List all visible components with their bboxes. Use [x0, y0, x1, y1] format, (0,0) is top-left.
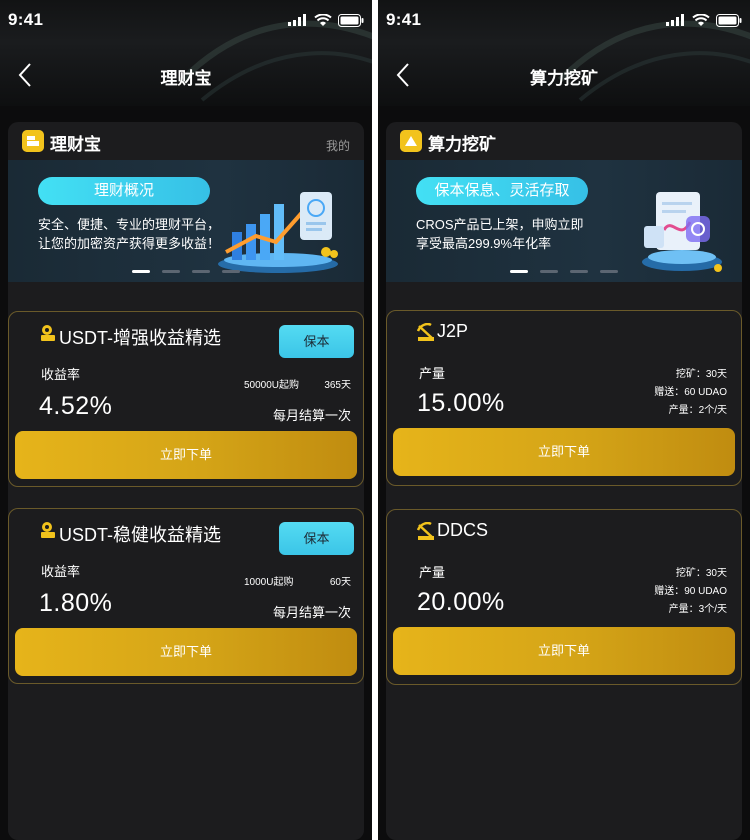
principal-guaranteed-tag[interactable]: 保本: [279, 522, 354, 555]
coin-icon: [41, 522, 55, 538]
wifi-icon: [314, 13, 332, 26]
mining-days: 挖矿：30天: [675, 568, 727, 579]
settlement: 每月结算一次: [272, 408, 351, 423]
panel-header: 算力挖矿: [386, 122, 742, 160]
gift-amount: 赠送：60 UDAO: [654, 387, 727, 398]
panel-header: 理财宝 我的: [8, 122, 364, 160]
product-title: J2P: [437, 321, 469, 341]
coin-icon: [41, 325, 55, 341]
mining-product-card: J2P 产量 15.00% 挖矿：30天 赠送：60 UDAO 产量：2个/天 …: [386, 310, 742, 486]
mining-days: 挖矿：30天: [675, 369, 727, 380]
banner-text: 安全、便捷、专业的理财平台， 让您的加密资产获得更多收益！: [38, 215, 220, 253]
wifi-icon: [692, 13, 710, 26]
term-days: 365天: [324, 380, 351, 391]
page-dot[interactable]: [600, 270, 618, 273]
banner-line-1: CROS产品已上架，申购立即: [416, 217, 584, 232]
status-icons: [288, 13, 364, 27]
page-dot[interactable]: [192, 270, 210, 273]
daily-output: 产量：3个/天: [668, 604, 727, 615]
status-time: 9:41: [8, 10, 44, 29]
page-title: 理财宝: [160, 69, 212, 88]
page-dot[interactable]: [162, 270, 180, 273]
my-link[interactable]: 我的: [326, 137, 350, 154]
order-button[interactable]: 立即下单: [393, 627, 735, 675]
banner-pill: 保本保息、灵活存取: [416, 177, 588, 205]
battery-icon: [716, 13, 742, 27]
pickaxe-icon: [417, 522, 434, 540]
mining-product-card: DDCS 产量 20.00% 挖矿：30天 赠送：90 UDAO 产量：3个/天…: [386, 509, 742, 685]
pickaxe-icon: [417, 323, 434, 341]
order-button[interactable]: 立即下单: [15, 431, 357, 479]
banner-text: CROS产品已上架，申购立即 享受最高299.9%年化率: [416, 215, 584, 253]
promo-banner[interactable]: 理财概况 安全、便捷、专业的理财平台， 让您的加密资产获得更多收益！: [8, 160, 364, 282]
min-purchase: 50000U起购: [244, 380, 300, 391]
page-dot[interactable]: [222, 270, 240, 273]
panel-title: 算力挖矿: [428, 135, 496, 154]
rate-value: 4.52%: [39, 392, 113, 420]
signal-icon: [288, 14, 306, 26]
product-card: USDT-增强收益精选 保本 收益率 4.52% 50000U起购 365天 每…: [8, 311, 364, 487]
product-title: USDT-增强收益精选: [59, 328, 221, 348]
promo-banner[interactable]: 保本保息、灵活存取 CROS产品已上架，申购立即 享受最高299.9%年化率: [386, 160, 742, 282]
panel-title: 理财宝: [50, 135, 101, 154]
min-purchase: 1000U起购: [244, 577, 294, 588]
signal-icon: [666, 14, 684, 26]
product-title: DDCS: [437, 520, 489, 540]
term-days: 60天: [329, 577, 351, 588]
rate-label: 收益率: [41, 367, 81, 382]
rate-value: 1.80%: [39, 589, 113, 617]
banner-line-2: 让您的加密资产获得更多收益！: [38, 236, 221, 251]
document-illustration: [642, 192, 722, 272]
battery-icon: [338, 13, 364, 27]
order-button[interactable]: 立即下单: [15, 628, 357, 676]
page-title: 算力挖矿: [530, 69, 598, 88]
output-rate: 15.00%: [417, 389, 505, 417]
wallet-icon: [22, 130, 44, 152]
mining-screen: 9:41 算力挖矿 算力挖矿 保本保息、灵活存取 CROS产品已上架，申购立即 …: [378, 0, 750, 840]
banner-pagination[interactable]: [510, 270, 618, 273]
banner-pagination[interactable]: [132, 270, 240, 273]
output-label: 产量: [419, 565, 446, 580]
page-dot[interactable]: [570, 270, 588, 273]
page-dot[interactable]: [510, 270, 528, 273]
banner-line-2: 享受最高299.9%年化率: [416, 236, 552, 251]
principal-guaranteed-tag[interactable]: 保本: [279, 325, 354, 358]
wealth-screen: 9:41 理财宝 理财宝 我的 理财概况 安全、便捷、专业的理财平台， 让您的加…: [0, 0, 372, 840]
rate-label: 收益率: [41, 564, 81, 579]
banner-pill: 理财概况: [38, 177, 210, 205]
daily-output: 产量：2个/天: [668, 405, 727, 416]
output-rate: 20.00%: [417, 588, 505, 616]
output-label: 产量: [419, 366, 446, 381]
status-time: 9:41: [386, 10, 422, 29]
wealth-panel: 理财宝 我的 理财概况 安全、便捷、专业的理财平台， 让您的加密资产获得更多收益…: [8, 122, 364, 840]
product-title: USDT-稳健收益精选: [59, 525, 221, 545]
gift-amount: 赠送：90 UDAO: [654, 586, 727, 597]
status-bar: 9:41: [0, 0, 372, 44]
status-icons: [666, 13, 742, 27]
banner-line-1: 安全、便捷、专业的理财平台，: [38, 217, 221, 232]
status-bar: 9:41: [378, 0, 750, 44]
product-card: USDT-稳健收益精选 保本 收益率 1.80% 1000U起购 60天 每月结…: [8, 508, 364, 684]
mining-panel: 算力挖矿 保本保息、灵活存取 CROS产品已上架，申购立即 享受最高299.9%…: [386, 122, 742, 840]
mining-icon: [400, 130, 422, 152]
chart-illustration: [218, 192, 338, 273]
settlement: 每月结算一次: [272, 605, 351, 620]
page-dot[interactable]: [132, 270, 150, 273]
page-dot[interactable]: [540, 270, 558, 273]
order-button[interactable]: 立即下单: [393, 428, 735, 476]
